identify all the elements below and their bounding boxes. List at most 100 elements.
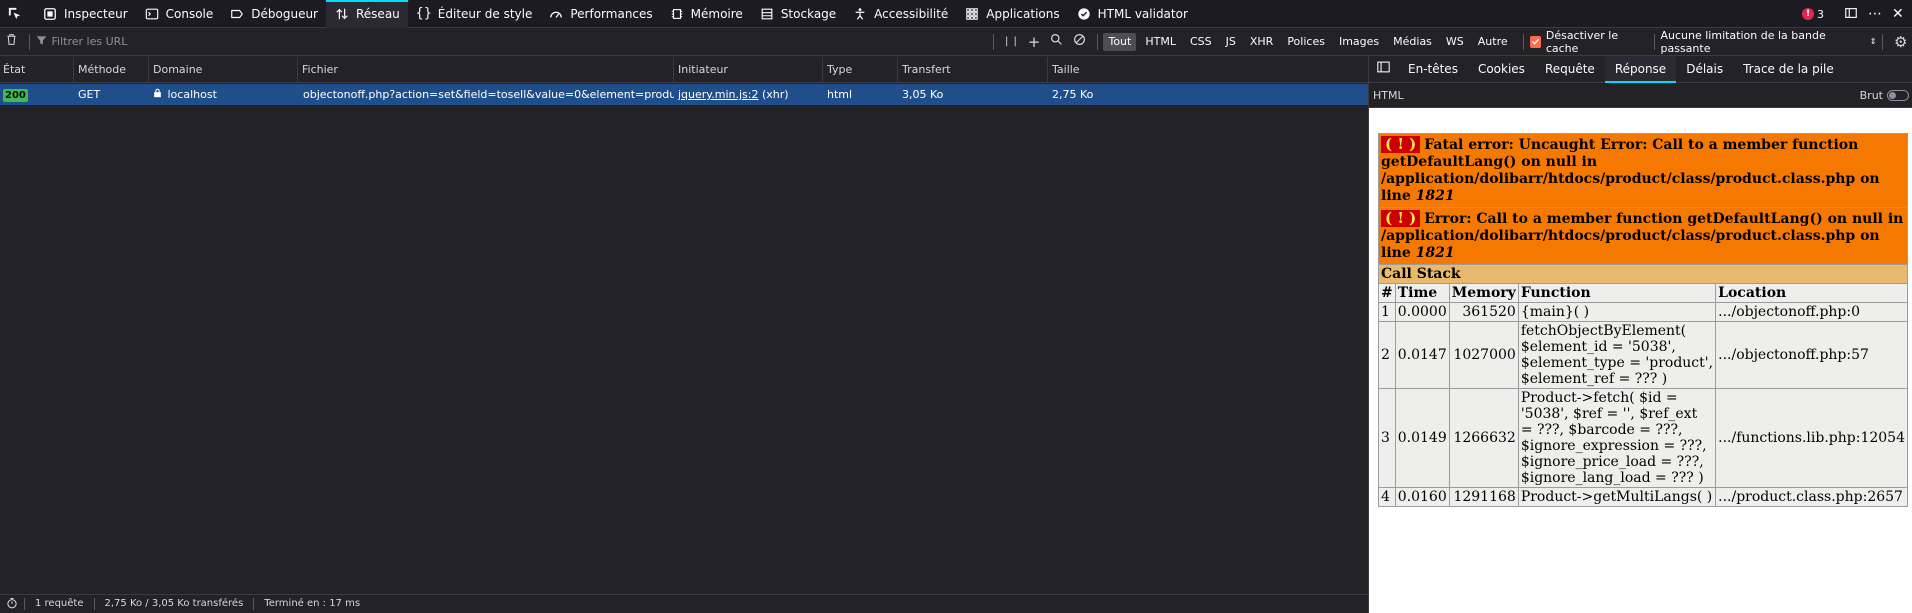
cell-size: 2,75 Ko [1052, 88, 1094, 101]
block-requests-button[interactable] [1068, 30, 1091, 54]
column-file[interactable]: Fichier [298, 57, 674, 83]
throttling-value: Aucune limitation de la bande passante [1660, 28, 1826, 55]
frame-time: 0.0000 [1394, 302, 1450, 322]
pause-button[interactable]: | | [1000, 30, 1023, 54]
error-badge: ( ! ) [1381, 210, 1421, 227]
fatal-error-row: ( ! ) Fatal error: Uncaught Error: Call t… [1378, 133, 1908, 208]
filter-type-media[interactable]: Médias [1388, 33, 1437, 51]
tab-html-validator[interactable]: HTML validator [1068, 0, 1196, 28]
separator [993, 33, 995, 50]
separator [28, 33, 30, 50]
frame-memory: 361520 [1448, 302, 1519, 322]
frame-index: 2 [1378, 321, 1396, 389]
storage-icon [759, 6, 775, 22]
close-icon: ✕ [1892, 6, 1904, 22]
throttling-select[interactable]: Aucune limitation de la bande passante ⇕ [1660, 29, 1876, 55]
cell-file: objectonoff.php?action=set&field=tosell&… [303, 88, 674, 101]
block-icon [1073, 33, 1086, 50]
error-line: 1821 [1415, 245, 1455, 261]
tab-accessibility[interactable]: Accessibilité [844, 0, 956, 28]
tab-style-editor[interactable]: {} Éditeur de style [408, 0, 541, 28]
disable-cache-checkbox[interactable]: Désactiver le cache [1529, 28, 1648, 55]
error-message: ( ! ) Error: Call to a member function ge… [1378, 207, 1908, 265]
tab-stack-trace[interactable]: Trace de la pile [1733, 56, 1844, 83]
tab-performance[interactable]: Performances [540, 0, 660, 28]
column-initiator[interactable]: Initiateur [674, 57, 823, 83]
cell-initiator: jquery.min.js:2 (xhr) [674, 84, 823, 105]
filter-type-ws[interactable]: WS [1441, 33, 1469, 51]
cell-domain: localhost [149, 84, 298, 105]
close-devtools-button[interactable]: ✕ [1892, 0, 1904, 28]
column-type[interactable]: Type [823, 57, 898, 83]
clear-requests-button[interactable] [0, 30, 23, 54]
tab-cookies[interactable]: Cookies [1468, 56, 1535, 83]
fatal-error-text: Fatal error: Uncaught Error: Call to a m… [1381, 137, 1880, 204]
column-method[interactable]: Méthode [74, 57, 149, 83]
error-icon: ! [1802, 8, 1814, 20]
dock-button[interactable] [1844, 0, 1858, 28]
network-icon [334, 6, 350, 22]
tab-storage[interactable]: Stockage [751, 0, 844, 28]
header-memory: Memory [1448, 283, 1519, 303]
filter-type-html[interactable]: HTML [1140, 33, 1181, 51]
add-request-button[interactable]: + [1023, 30, 1046, 54]
validator-icon [1076, 6, 1092, 22]
details-tabs: En-têtes Cookies Requête Réponse Délais … [1369, 55, 1912, 83]
url-filter-input[interactable]: Filtrer les URL [36, 31, 940, 53]
tab-applications[interactable]: Applications [956, 0, 1067, 28]
frame-time: 0.0160 [1394, 487, 1450, 507]
console-icon [144, 6, 160, 22]
toggle-sidebar-button[interactable] [1369, 56, 1398, 83]
tab-network[interactable]: Réseau [326, 0, 408, 28]
filter-type-xhr[interactable]: XHR [1245, 33, 1278, 51]
error-counter[interactable]: ! 3 [1802, 0, 1824, 28]
applications-icon [964, 6, 980, 22]
fatal-error-message: ( ! ) Fatal error: Uncaught Error: Call t… [1378, 133, 1908, 208]
filter-type-js[interactable]: JS [1221, 33, 1241, 51]
column-status[interactable]: État [0, 57, 74, 83]
performance-analysis-button[interactable] [0, 597, 24, 612]
xdebug-error-table: ( ! ) Fatal error: Uncaught Error: Call t… [1378, 133, 1908, 507]
tab-inspector[interactable]: Inspecteur [34, 0, 136, 28]
separator [1653, 33, 1655, 50]
pause-icon: | | [1004, 36, 1018, 47]
column-domain[interactable]: Domaine [149, 57, 298, 83]
header-location: Location [1715, 283, 1908, 303]
filter-type-images[interactable]: Images [1334, 33, 1384, 51]
options-menu-button[interactable]: ⋯ [1868, 0, 1882, 28]
filter-type-all[interactable]: Tout [1103, 32, 1137, 51]
tab-debugger[interactable]: Débogueur [221, 0, 326, 28]
call-stack-title: Call Stack [1378, 264, 1908, 284]
filter-type-other[interactable]: Autre [1473, 33, 1513, 51]
call-stack-row: 1 0.0000 361520 {main}( ) .../objectonof… [1378, 302, 1908, 322]
column-transfer[interactable]: Transfert [898, 57, 1048, 83]
frame-location: .../product.class.php:2657 [1715, 487, 1908, 507]
tab-memory[interactable]: Mémoire [661, 0, 751, 28]
header-time: Time [1394, 283, 1450, 303]
response-subheader: HTML Brut [1369, 83, 1912, 108]
tab-response[interactable]: Réponse [1604, 55, 1677, 83]
initiator-link[interactable]: jquery.min.js:2 [678, 88, 758, 101]
network-settings-button[interactable]: ⚙ [1889, 30, 1912, 54]
call-stack-header-row: # Time Memory Function Location [1378, 283, 1908, 303]
tab-request[interactable]: Requête [1535, 56, 1605, 83]
fatal-error-line: 1821 [1415, 188, 1455, 204]
filter-type-fonts[interactable]: Polices [1282, 33, 1330, 51]
frame-time: 0.0149 [1394, 388, 1450, 488]
request-row[interactable]: 200 GET localhost objectonoff.php?action… [0, 84, 1368, 105]
tab-timings[interactable]: Délais [1676, 56, 1733, 83]
tab-label: Applications [986, 6, 1060, 21]
tab-label: Mémoire [690, 6, 743, 21]
search-button[interactable] [1045, 30, 1068, 54]
filter-type-css[interactable]: CSS [1185, 33, 1217, 51]
frame-index: 1 [1378, 302, 1396, 322]
column-size[interactable]: Taille [1048, 57, 1368, 83]
error-count: 3 [1817, 7, 1824, 21]
raw-toggle-switch[interactable] [1887, 90, 1909, 101]
tab-console[interactable]: Console [136, 0, 222, 28]
disable-cache-label: Désactiver le cache [1545, 28, 1619, 55]
element-picker-button[interactable] [0, 0, 34, 28]
tab-label: Accessibilité [874, 6, 949, 21]
tab-headers[interactable]: En-têtes [1398, 56, 1468, 83]
tab-label: Stockage [780, 6, 837, 21]
